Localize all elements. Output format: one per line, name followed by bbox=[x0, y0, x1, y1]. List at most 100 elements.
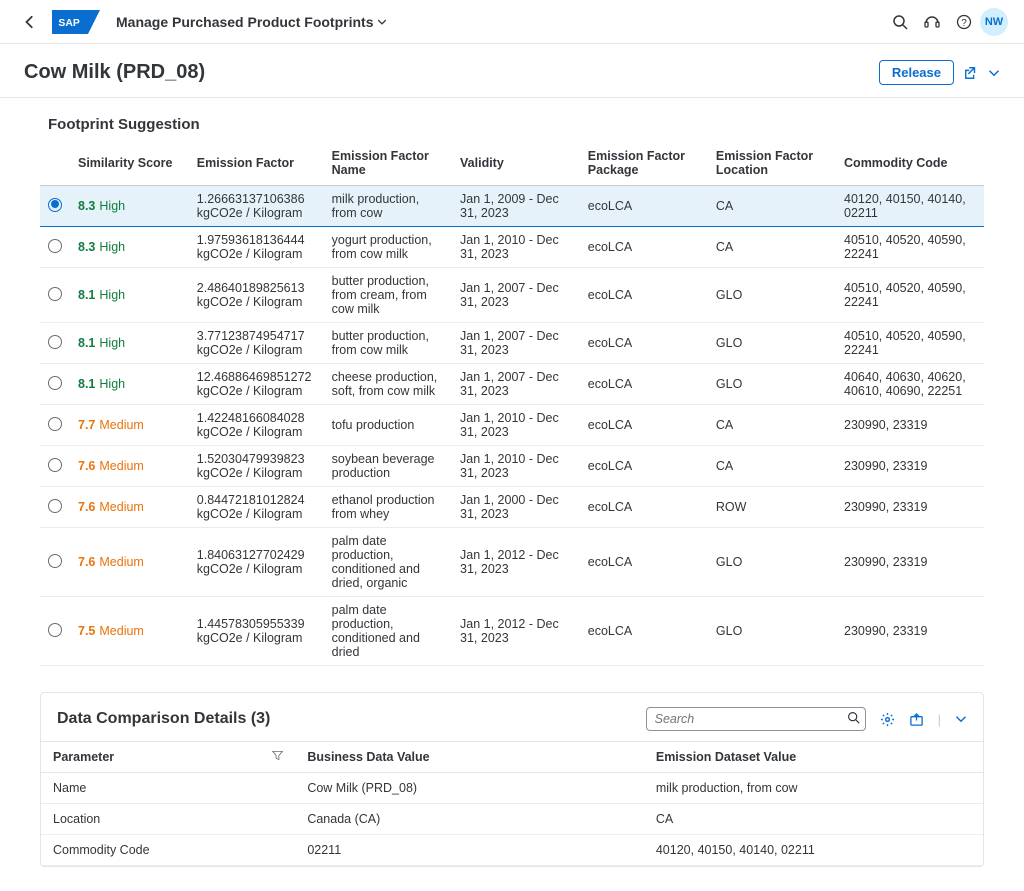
page-title: Cow Milk (PRD_08) bbox=[24, 61, 879, 84]
commodity-code-cell: 230990, 23319 bbox=[836, 446, 984, 487]
col-validity[interactable]: Validity bbox=[452, 141, 580, 186]
col-commodity-code[interactable]: Commodity Code bbox=[836, 141, 984, 186]
search-button[interactable] bbox=[884, 6, 916, 38]
radio-icon bbox=[48, 499, 62, 513]
location-cell: CA bbox=[708, 405, 836, 446]
emission-factor-cell: 12.46886469851272 kgCO2e / Kilogram bbox=[189, 364, 324, 405]
col-parameter[interactable]: Parameter bbox=[41, 742, 295, 773]
col-business-data-value[interactable]: Business Data Value bbox=[295, 742, 644, 773]
emission-factor-name-cell: tofu production bbox=[324, 405, 452, 446]
package-cell: ecoLCA bbox=[580, 227, 708, 268]
package-cell: ecoLCA bbox=[580, 597, 708, 666]
location-cell: ROW bbox=[708, 487, 836, 528]
radio-cell[interactable] bbox=[40, 364, 70, 405]
validity-cell: Jan 1, 2000 - Dec 31, 2023 bbox=[452, 487, 580, 528]
support-button[interactable] bbox=[916, 6, 948, 38]
radio-cell[interactable] bbox=[40, 268, 70, 323]
radio-cell[interactable] bbox=[40, 323, 70, 364]
parameter-cell: Commodity Code bbox=[41, 835, 295, 866]
parameter-cell: Name bbox=[41, 773, 295, 804]
share-button[interactable] bbox=[964, 66, 978, 80]
emission-factor-cell: 1.97593618136444 kgCO2e / Kilogram bbox=[189, 227, 324, 268]
business-data-cell: 02211 bbox=[295, 835, 644, 866]
sap-logo[interactable]: SAP bbox=[52, 10, 100, 34]
location-cell: CA bbox=[708, 186, 836, 227]
radio-cell[interactable] bbox=[40, 186, 70, 227]
col-emission-factor-name[interactable]: Emission Factor Name bbox=[324, 141, 452, 186]
radio-cell[interactable] bbox=[40, 528, 70, 597]
validity-cell: Jan 1, 2007 - Dec 31, 2023 bbox=[452, 364, 580, 405]
emission-factor-name-cell: soybean beverage production bbox=[324, 446, 452, 487]
app-title-dropdown[interactable]: Manage Purchased Product Footprints bbox=[116, 14, 387, 30]
parameter-cell: Location bbox=[41, 804, 295, 835]
emission-factor-name-cell: butter production, from cow milk bbox=[324, 323, 452, 364]
radio-cell[interactable] bbox=[40, 487, 70, 528]
score-cell: 8.1High bbox=[70, 268, 189, 323]
panel-expand-button[interactable] bbox=[955, 713, 967, 725]
back-button[interactable] bbox=[16, 15, 44, 29]
radio-cell[interactable] bbox=[40, 405, 70, 446]
radio-icon bbox=[48, 623, 62, 637]
location-cell: GLO bbox=[708, 268, 836, 323]
radio-icon bbox=[48, 335, 62, 349]
col-emission-factor[interactable]: Emission Factor bbox=[189, 141, 324, 186]
emission-dataset-cell: CA bbox=[644, 804, 983, 835]
table-row[interactable]: 7.5Medium1.44578305955339 kgCO2e / Kilog… bbox=[40, 597, 984, 666]
col-emission-dataset-value[interactable]: Emission Dataset Value bbox=[644, 742, 983, 773]
object-header: Cow Milk (PRD_08) Release bbox=[0, 44, 1024, 98]
col-score[interactable]: Similarity Score bbox=[70, 141, 189, 186]
separator: | bbox=[938, 712, 941, 727]
col-location[interactable]: Emission Factor Location bbox=[708, 141, 836, 186]
location-cell: CA bbox=[708, 227, 836, 268]
emission-factor-name-cell: ethanol production from whey bbox=[324, 487, 452, 528]
table-row[interactable]: 8.1High2.48640189825613 kgCO2e / Kilogra… bbox=[40, 268, 984, 323]
comparison-table: Parameter Business Data Value Emission D… bbox=[41, 741, 983, 866]
help-button[interactable]: ? bbox=[948, 6, 980, 38]
table-row[interactable]: 8.1High3.77123874954717 kgCO2e / Kilogra… bbox=[40, 323, 984, 364]
location-cell: GLO bbox=[708, 528, 836, 597]
table-row[interactable]: 7.6Medium0.84472181012824 kgCO2e / Kilog… bbox=[40, 487, 984, 528]
commodity-code-cell: 40120, 40150, 40140, 02211 bbox=[836, 186, 984, 227]
validity-cell: Jan 1, 2010 - Dec 31, 2023 bbox=[452, 227, 580, 268]
share-icon bbox=[964, 66, 978, 80]
commodity-code-cell: 230990, 23319 bbox=[836, 528, 984, 597]
emission-factor-cell: 3.77123874954717 kgCO2e / Kilogram bbox=[189, 323, 324, 364]
table-row[interactable]: 8.3High1.97593618136444 kgCO2e / Kilogra… bbox=[40, 227, 984, 268]
package-cell: ecoLCA bbox=[580, 528, 708, 597]
emission-dataset-cell: milk production, from cow bbox=[644, 773, 983, 804]
header-expand-button[interactable] bbox=[988, 67, 1000, 79]
radio-icon bbox=[48, 417, 62, 431]
chevron-down-icon bbox=[988, 67, 1000, 79]
table-row[interactable]: 7.7Medium1.42248166084028 kgCO2e / Kilog… bbox=[40, 405, 984, 446]
emission-factor-name-cell: cheese production, soft, from cow milk bbox=[324, 364, 452, 405]
radio-icon bbox=[48, 376, 62, 390]
package-cell: ecoLCA bbox=[580, 446, 708, 487]
package-cell: ecoLCA bbox=[580, 487, 708, 528]
table-row[interactable]: 8.1High12.46886469851272 kgCO2e / Kilogr… bbox=[40, 364, 984, 405]
radio-cell[interactable] bbox=[40, 227, 70, 268]
table-row[interactable]: 8.3High1.26663137106386 kgCO2e / Kilogra… bbox=[40, 186, 984, 227]
table-row[interactable]: 7.6Medium1.84063127702429 kgCO2e / Kilog… bbox=[40, 528, 984, 597]
location-cell: CA bbox=[708, 446, 836, 487]
validity-cell: Jan 1, 2007 - Dec 31, 2023 bbox=[452, 323, 580, 364]
col-select bbox=[40, 141, 70, 186]
col-package[interactable]: Emission Factor Package bbox=[580, 141, 708, 186]
emission-dataset-cell: 40120, 40150, 40140, 02211 bbox=[644, 835, 983, 866]
export-button[interactable] bbox=[909, 712, 924, 727]
export-icon bbox=[909, 712, 924, 727]
filter-icon[interactable] bbox=[272, 750, 283, 761]
commodity-code-cell: 40510, 40520, 40590, 22241 bbox=[836, 227, 984, 268]
commodity-code-cell: 40510, 40520, 40590, 22241 bbox=[836, 323, 984, 364]
search-input[interactable] bbox=[646, 707, 866, 731]
radio-cell[interactable] bbox=[40, 446, 70, 487]
settings-button[interactable] bbox=[880, 712, 895, 727]
table-row[interactable]: 7.6Medium1.52030479939823 kgCO2e / Kilog… bbox=[40, 446, 984, 487]
user-avatar[interactable]: NW bbox=[980, 8, 1008, 36]
score-cell: 8.3High bbox=[70, 227, 189, 268]
emission-factor-name-cell: palm date production, conditioned and dr… bbox=[324, 528, 452, 597]
business-data-cell: Cow Milk (PRD_08) bbox=[295, 773, 644, 804]
release-button[interactable]: Release bbox=[879, 60, 954, 85]
location-cell: GLO bbox=[708, 597, 836, 666]
radio-cell[interactable] bbox=[40, 597, 70, 666]
radio-icon bbox=[48, 287, 62, 301]
